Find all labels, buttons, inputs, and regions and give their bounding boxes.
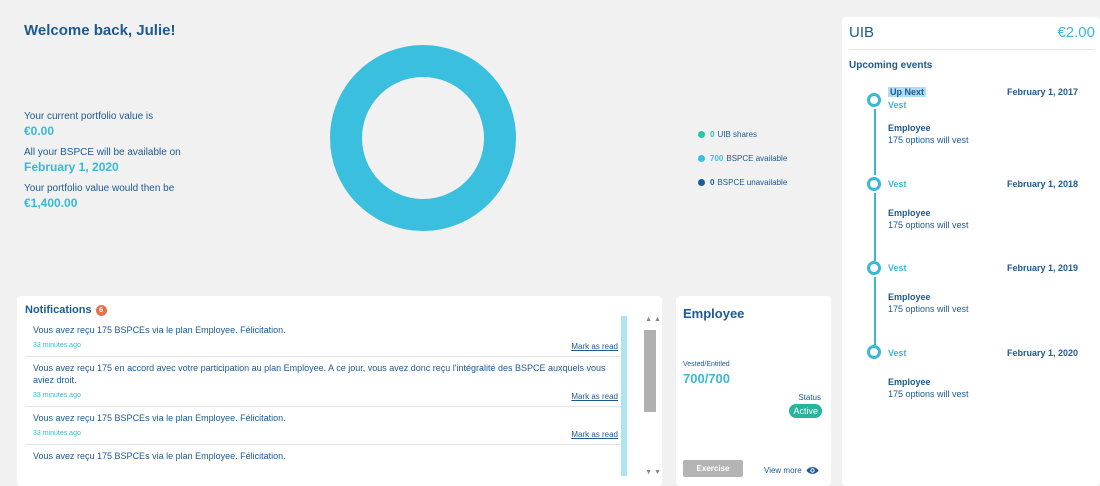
event-date: February 1, 2017 <box>1006 87 1078 97</box>
event-date: February 1, 2018 <box>1006 179 1078 189</box>
event-description: 175 options will vest <box>888 220 969 230</box>
notification-time: 33 minutes ago <box>33 392 81 399</box>
mark-as-read-link[interactable]: Mark as read <box>571 342 618 351</box>
current-value-label: Your current portfolio value is <box>24 111 154 122</box>
notifications-list: Vous avez reçu 175 BSPCEs via le plan Em… <box>25 319 622 467</box>
notification-item: Vous avez reçu 175 BSPCEs via le plan Em… <box>25 319 622 357</box>
event-date: February 1, 2019 <box>1006 263 1078 273</box>
timeline-node <box>867 345 881 359</box>
timeline-line <box>874 109 876 175</box>
legend-label: UIB shares <box>717 130 758 139</box>
chevron-down-icon[interactable]: ▼ ▼ <box>639 469 662 476</box>
mark-as-read-link[interactable]: Mark as read <box>571 430 618 439</box>
view-more-label: View more <box>764 466 802 475</box>
event-plan: Employee <box>888 292 931 302</box>
employee-plan-card: Employee Vested/Entitled 700/700 Status … <box>676 296 831 486</box>
legend-count: 0 <box>710 178 715 187</box>
timeline-node <box>867 261 881 275</box>
notifications-scrollbar[interactable]: ▲ ▲ ▼ ▼ <box>639 316 662 476</box>
legend-count: 700 <box>710 154 724 163</box>
notification-message: Vous avez reçu 175 en accord avec votre … <box>33 363 606 385</box>
availability-date: February 1, 2020 <box>24 160 119 174</box>
notification-item: Vous avez reçu 175 en accord avec votre … <box>25 357 622 407</box>
event-date: February 1, 2020 <box>1006 348 1078 358</box>
notifications-heading: Notifications 6 <box>25 304 107 316</box>
event-plan: Employee <box>888 208 931 218</box>
legend-dot <box>698 155 705 162</box>
notification-accent-bar <box>621 316 627 476</box>
legend-count: 0 <box>710 130 715 139</box>
eye-icon <box>806 467 819 474</box>
event-label: Vest <box>888 179 907 189</box>
event-label: Vest <box>888 263 907 273</box>
notifications-title: Notifications <box>25 304 92 316</box>
chevron-up-icon[interactable]: ▲ ▲ <box>639 316 662 323</box>
notifications-card: Notifications 6 Vous avez reçu 175 BSPCE… <box>17 296 662 486</box>
up-next-tag: Up Next <box>888 87 927 97</box>
event-plan: Employee <box>888 123 931 133</box>
status-label: Status <box>798 393 821 402</box>
notification-message: Vous avez reçu 175 BSPCEs via le plan Em… <box>33 413 286 423</box>
company-name: UIB <box>849 24 875 41</box>
notification-time: 33 minutes ago <box>33 430 81 437</box>
legend-dot <box>698 179 705 186</box>
timeline-node <box>867 93 881 107</box>
availability-label: All your BSPCE will be available on <box>24 147 181 158</box>
notification-message: Vous avez reçu 175 BSPCEs via le plan Em… <box>33 451 286 461</box>
event-label: Vest <box>888 348 907 358</box>
future-value-label: Your portfolio value would then be <box>24 183 175 194</box>
legend-label: BSPCE unavailable <box>717 178 788 187</box>
view-more-link[interactable]: View more <box>764 466 819 475</box>
company-events-panel: UIB €2.00 Upcoming events Up Next Vest F… <box>842 17 1100 486</box>
event-description: 175 options will vest <box>888 135 969 145</box>
company-header: UIB €2.00 <box>849 24 1095 50</box>
vested-label: Vested/Entitled <box>683 361 730 368</box>
future-value: €1,400.00 <box>24 196 78 210</box>
legend-dot <box>698 131 705 138</box>
portfolio-donut-chart <box>330 45 516 231</box>
scrollbar-thumb[interactable] <box>644 330 656 412</box>
vested-value: 700/700 <box>683 371 730 386</box>
notification-item: Vous avez reçu 175 BSPCEs via le plan Em… <box>25 445 622 467</box>
chart-legend: 0 UIB shares 700 BSPCE available 0 BSPCE… <box>698 130 787 202</box>
event-description: 175 options will vest <box>888 389 969 399</box>
status-badge: Active <box>789 404 822 418</box>
legend-item-uib-shares: 0 UIB shares <box>698 130 787 139</box>
event-description: 175 options will vest <box>888 304 969 314</box>
notification-message: Vous avez reçu 175 BSPCEs via le plan Em… <box>33 325 286 335</box>
plan-title: Employee <box>683 306 745 321</box>
legend-item-bspce-available: 700 BSPCE available <box>698 154 787 163</box>
timeline-line <box>874 193 876 261</box>
exercise-button[interactable]: Exercise <box>683 460 743 477</box>
notification-item: Vous avez reçu 175 BSPCEs via le plan Em… <box>25 407 622 445</box>
welcome-heading: Welcome back, Julie! <box>24 22 176 39</box>
notifications-count-badge: 6 <box>95 304 107 316</box>
event-plan: Employee <box>888 377 931 387</box>
legend-item-bspce-unavailable: 0 BSPCE unavailable <box>698 178 787 187</box>
current-value: €0.00 <box>24 124 55 138</box>
share-price: €2.00 <box>1057 24 1095 41</box>
timeline-node <box>867 177 881 191</box>
notification-time: 33 minutes ago <box>33 342 81 349</box>
legend-label: BSPCE available <box>726 154 788 163</box>
portfolio-overview: Welcome back, Julie! Your current portfo… <box>12 10 837 288</box>
upcoming-events-title: Upcoming events <box>849 60 933 71</box>
mark-as-read-link[interactable]: Mark as read <box>571 392 618 401</box>
event-label: Vest <box>888 100 907 110</box>
timeline-line <box>874 277 876 345</box>
portfolio-summary: Your current portfolio value is €0.00 Al… <box>24 111 274 219</box>
